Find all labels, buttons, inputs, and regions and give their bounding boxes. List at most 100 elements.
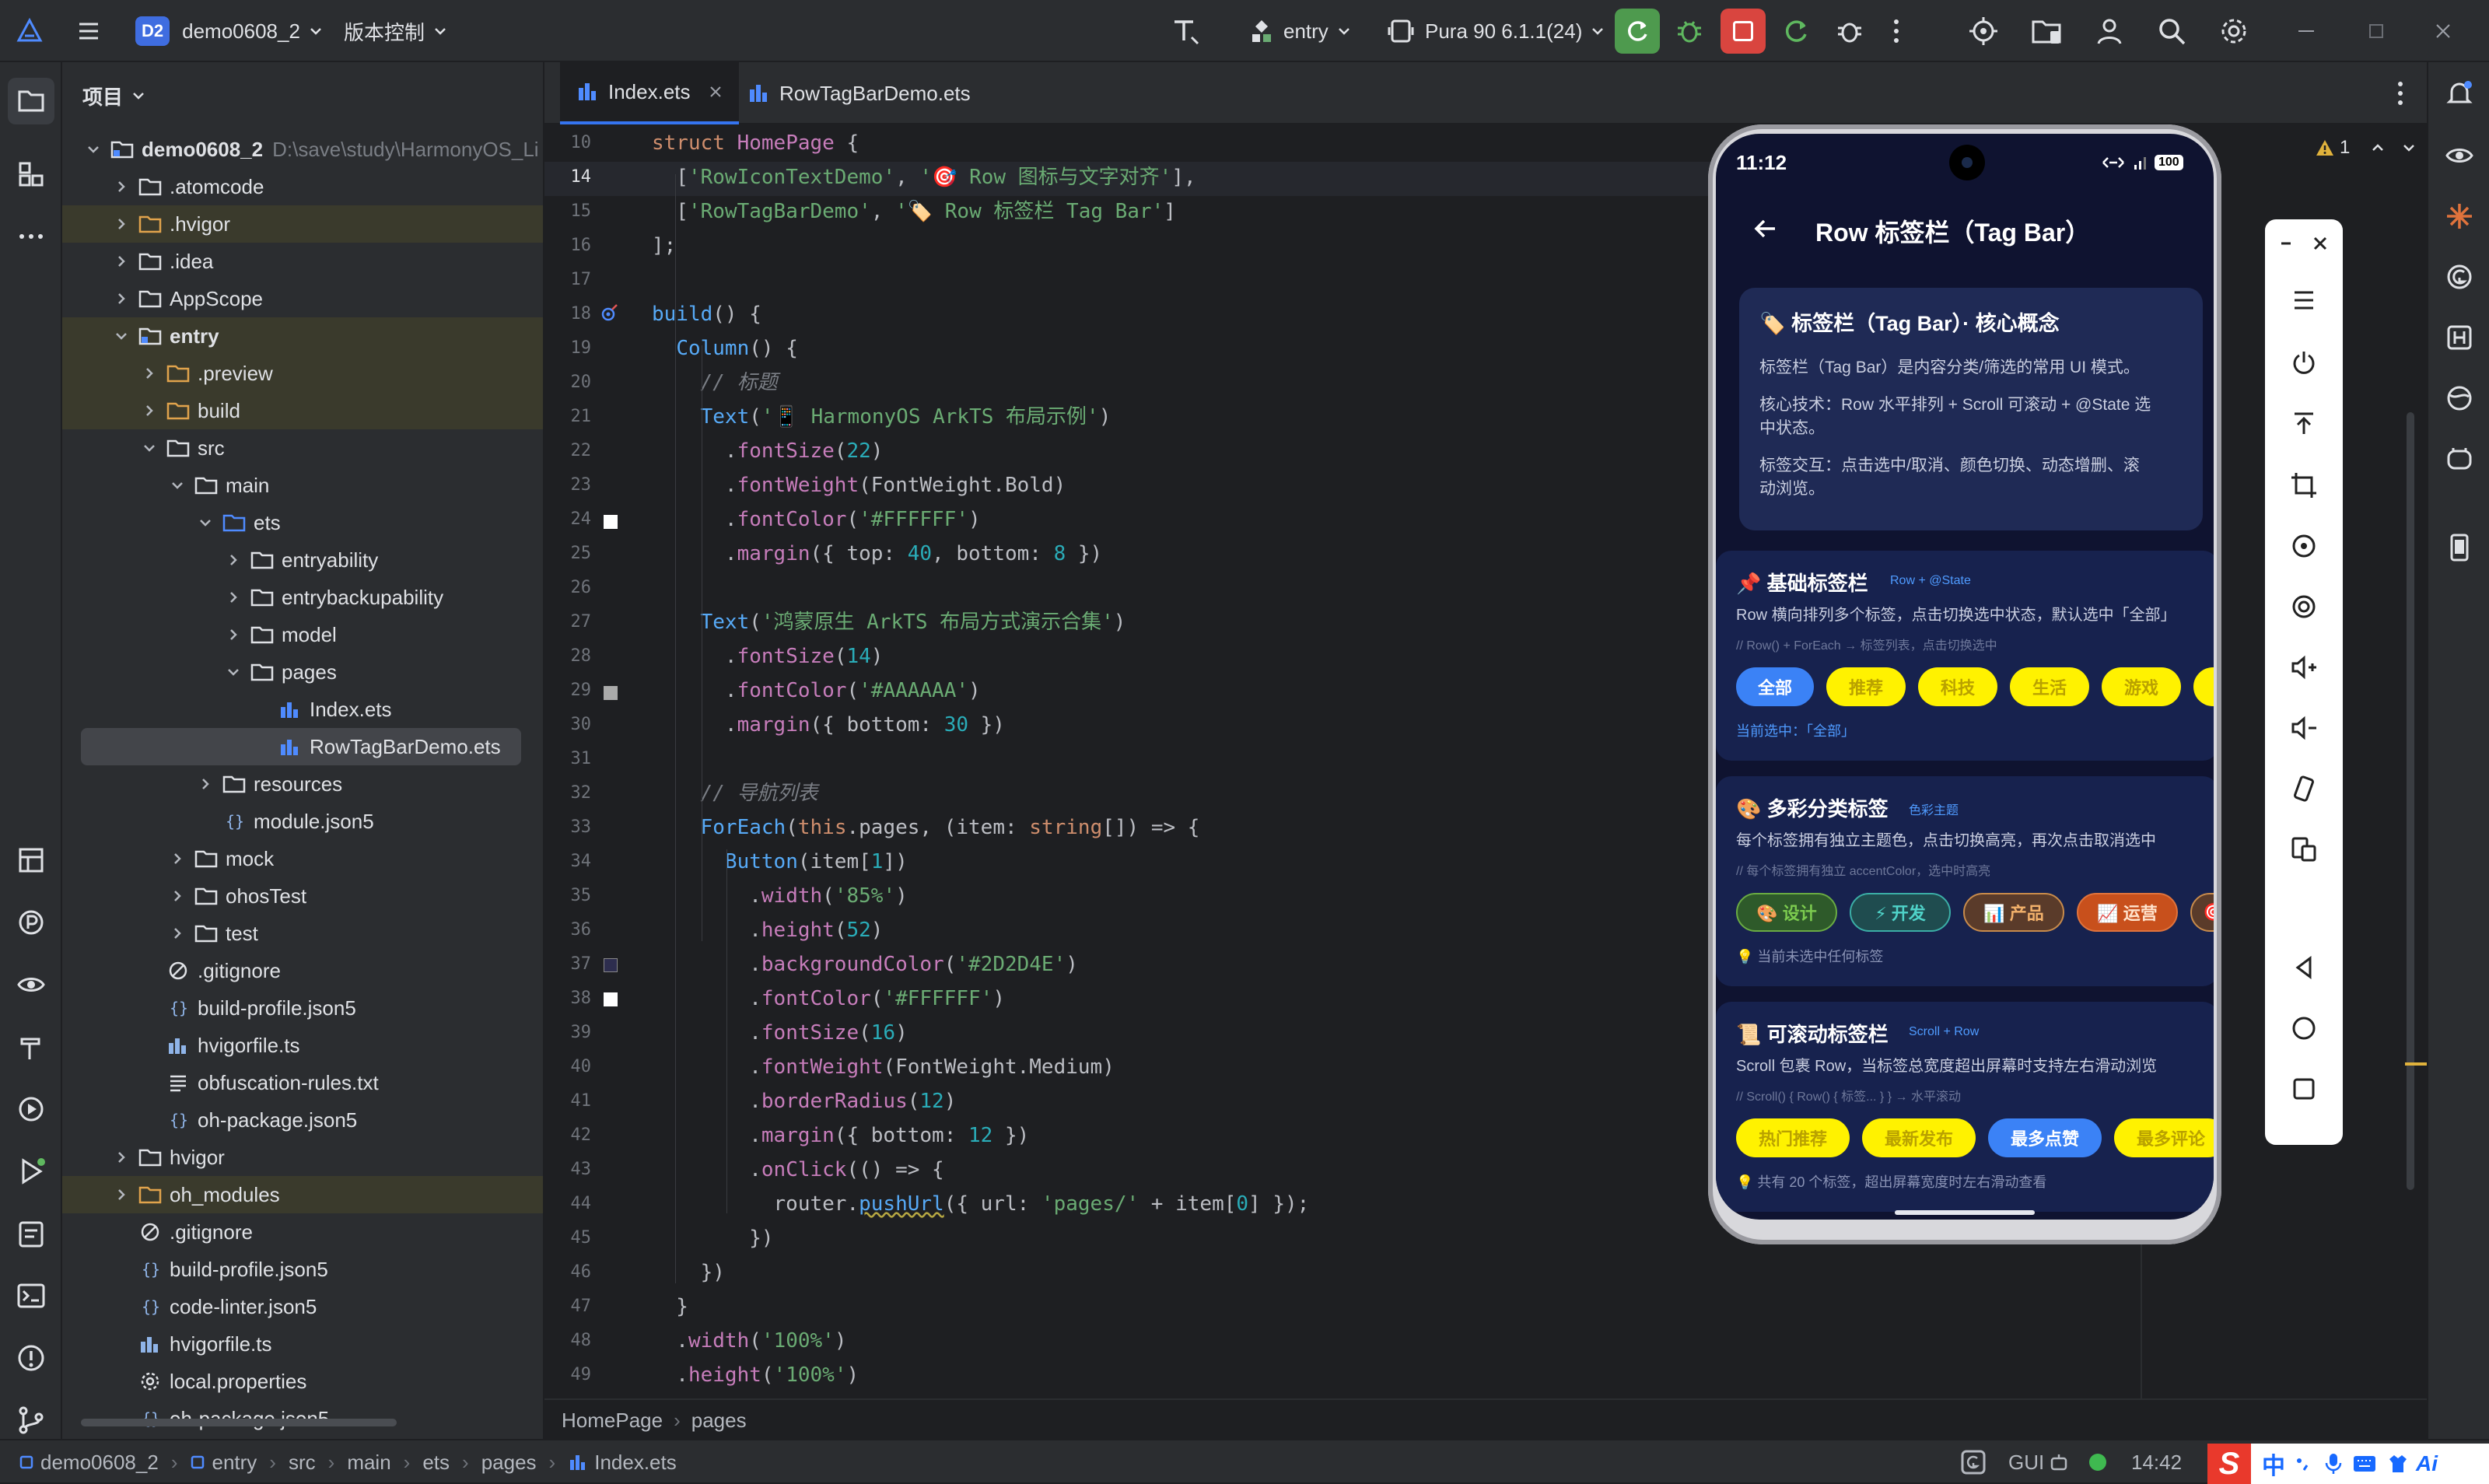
maximize-icon[interactable]	[2365, 0, 2388, 62]
more-tools-icon[interactable]	[16, 221, 47, 252]
rotate-icon[interactable]	[2288, 530, 2319, 562]
color-swatch-gray[interactable]	[604, 686, 618, 700]
hvigor-icon[interactable]	[2444, 322, 2475, 353]
tag-chip[interactable]: 📈 运营	[2077, 893, 2178, 932]
tree-item[interactable]: entry	[62, 317, 543, 355]
breadcrumb-item[interactable]: Index.ets	[594, 1451, 677, 1475]
code-line[interactable]: .backgroundColor('#2D2D4E')	[652, 947, 1078, 982]
chevron-right-icon[interactable]	[112, 1148, 131, 1167]
account-icon[interactable]	[2094, 0, 2125, 62]
ai-assistant-icon[interactable]	[2444, 201, 2475, 232]
chevron-right-icon[interactable]	[224, 551, 243, 569]
code-line[interactable]: .fontWeight(FontWeight.Medium)	[652, 1050, 1115, 1084]
code-line[interactable]: .margin({ bottom: 12 })	[652, 1118, 1029, 1153]
tag-chip[interactable]: ⚡ 开发	[1850, 893, 1951, 932]
minimize-icon[interactable]	[2295, 0, 2318, 62]
code-line[interactable]: .borderRadius(12)	[652, 1084, 956, 1118]
chevron-right-icon[interactable]	[168, 887, 187, 905]
color-swatch-dark[interactable]	[604, 958, 618, 972]
layout-icon[interactable]	[16, 845, 47, 876]
back-arrow-icon[interactable]	[1752, 215, 1780, 247]
tree-item[interactable]: build	[62, 392, 543, 429]
tag-chip[interactable]: 游戏	[2102, 667, 2181, 706]
tree-item[interactable]: {} module.json5	[62, 803, 543, 840]
tag-chip[interactable]: 全部	[1736, 667, 1814, 706]
horizontal-scrollbar[interactable]	[81, 1419, 397, 1426]
emulator-screen[interactable]: 11:12 100 Row 标签栏（Tag Bar） 🏷️ 标签栏（Tag Ba…	[1716, 134, 2214, 1220]
run-tool-icon[interactable]	[16, 1156, 47, 1187]
tag-chip[interactable]: 🎨 设计	[1736, 893, 1837, 932]
tree-item[interactable]: {} oh-package.json5	[62, 1101, 543, 1139]
code-line[interactable]: .fontSize(16)	[652, 1016, 908, 1050]
chevron-up-icon[interactable]	[2370, 140, 2386, 156]
breadcrumb-item[interactable]: ets	[422, 1451, 450, 1475]
code-line[interactable]: .fontSize(14)	[652, 639, 884, 674]
power-icon[interactable]	[2288, 347, 2319, 378]
tree-item[interactable]: model	[62, 616, 543, 653]
tree-item[interactable]: .gitignore	[62, 1213, 543, 1251]
menu-icon[interactable]	[2288, 285, 2319, 316]
chevron-down-icon[interactable]	[196, 513, 215, 532]
chevron-right-icon[interactable]	[224, 588, 243, 607]
project-folder-icon[interactable]	[8, 78, 54, 124]
tree-item[interactable]: .idea	[62, 243, 543, 280]
code-line[interactable]: .height(52)	[652, 913, 883, 947]
code-line[interactable]: struct HomePage {	[652, 126, 859, 160]
todo-icon[interactable]	[16, 1218, 47, 1249]
code-line[interactable]: .fontWeight(FontWeight.Bold)	[652, 468, 1066, 502]
chevron-down-icon[interactable]	[168, 476, 187, 495]
tree-item[interactable]: RowTagBarDemo.ets	[81, 728, 521, 765]
tree-item[interactable]: entryability	[62, 541, 543, 579]
editor-scrollbar[interactable]	[2407, 412, 2414, 1190]
breadcrumb-item[interactable]: src	[289, 1451, 316, 1475]
tree-item[interactable]: oh_modules	[62, 1176, 543, 1213]
code-line[interactable]: .width('85%')	[652, 879, 908, 913]
code-line[interactable]: ];	[652, 229, 676, 263]
tree-item[interactable]: {} build-profile.json5	[62, 989, 543, 1027]
codegenie-icon[interactable]	[2444, 261, 2475, 292]
tag-chip[interactable]: 🎯	[2190, 893, 2214, 932]
tag-chip[interactable]: 最多点赞	[1988, 1118, 2102, 1157]
device-selector[interactable]: Pura 90 6.1.1(24)	[1388, 0, 1605, 62]
profiler-icon[interactable]	[16, 907, 47, 938]
previewer-eye-icon[interactable]	[2444, 140, 2475, 171]
volume-up-icon[interactable]	[2288, 652, 2319, 683]
tag-chip[interactable]: 生活	[2010, 667, 2089, 706]
code-line[interactable]: })	[652, 1221, 773, 1255]
code-line[interactable]: }	[652, 1290, 688, 1324]
close-window-icon[interactable]	[2431, 0, 2455, 62]
chevron-right-icon[interactable]	[168, 924, 187, 943]
multi-screen-icon[interactable]	[2288, 834, 2319, 865]
tag-chip[interactable]: 最新发布	[1862, 1118, 1976, 1157]
code-line[interactable]: .height('100%')	[652, 1358, 859, 1392]
settings-gear-icon[interactable]	[2218, 0, 2249, 62]
breadcrumb-item[interactable]: HomePage	[562, 1409, 663, 1433]
tag-chip[interactable]: 最多评论	[2114, 1118, 2214, 1157]
home-indicator[interactable]	[1895, 1210, 2035, 1215]
tree-item[interactable]: AppScope	[62, 280, 543, 317]
tree-item[interactable]: pages	[62, 653, 543, 691]
home-nav-icon[interactable]	[2288, 1013, 2319, 1044]
chevron-down-icon[interactable]	[140, 439, 159, 457]
breadcrumb-item[interactable]: pages	[691, 1409, 747, 1433]
recents-nav-icon[interactable]	[2288, 1073, 2319, 1104]
volume-down-icon[interactable]	[2288, 712, 2319, 744]
code-line[interactable]: .margin({ top: 40, bottom: 8 })	[652, 537, 1102, 571]
tab-index-ets[interactable]: Index.ets	[560, 62, 739, 124]
sync-status-dot[interactable]	[2089, 1454, 2106, 1471]
tree-item[interactable]: hvigorfile.ts	[62, 1027, 543, 1064]
chevron-right-icon[interactable]	[112, 289, 131, 308]
app-logo-icon[interactable]	[16, 0, 44, 62]
tag-chip[interactable]: 📊 产品	[1963, 893, 2064, 932]
project-view-selector[interactable]: 项目	[82, 62, 146, 129]
chevron-down-icon[interactable]	[2401, 140, 2417, 156]
device-mirror-icon[interactable]	[2444, 532, 2475, 563]
tag-chip[interactable]: 音乐	[2193, 667, 2214, 706]
search-icon[interactable]	[2156, 0, 2187, 62]
chevron-down-icon[interactable]	[112, 327, 131, 345]
debug-icon[interactable]	[1674, 0, 1705, 62]
services-icon[interactable]	[16, 1094, 47, 1125]
tree-item[interactable]: {} build-profile.json5	[62, 1251, 543, 1288]
breadcrumb-item[interactable]: main	[347, 1451, 390, 1475]
gui-status[interactable]: GUI	[2008, 1440, 2069, 1484]
